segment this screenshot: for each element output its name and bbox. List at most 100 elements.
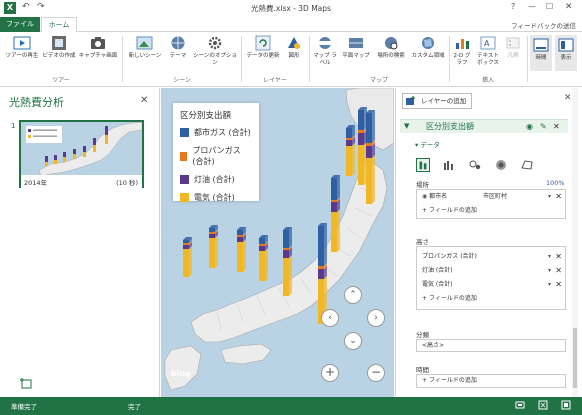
column-segment	[237, 242, 243, 272]
collapse-caret-icon[interactable]: ▼	[404, 120, 409, 133]
location-field-row[interactable]: ◉ 都市名 市区町村 ▾ ✕	[417, 190, 565, 204]
create-video-button[interactable]: ビデオの作成	[42, 35, 76, 60]
tab-home[interactable]: ホーム	[41, 17, 77, 33]
column-segment	[259, 244, 265, 246]
text-box-button[interactable]: A テキスト ボックス	[474, 35, 502, 67]
tilt-down-button[interactable]: ⌄	[344, 332, 362, 350]
fullscreen-icon[interactable]	[561, 400, 571, 412]
legend-swatch	[180, 175, 189, 184]
height-field-row[interactable]: 灯油 (合計) ▾ ✕	[417, 264, 565, 278]
time-field-box[interactable]: + フィールドの追加	[416, 374, 566, 388]
legend-title: 区分別支出額	[180, 111, 232, 121]
rename-pencil-icon[interactable]: ✎	[540, 120, 547, 133]
flat-map-button[interactable]: 平面マップ	[340, 35, 372, 60]
region-icon[interactable]	[520, 158, 534, 172]
ribbon-tabs: ファイル ホーム フィードバックの送信	[0, 17, 582, 33]
rotate-left-button[interactable]: ‹	[321, 309, 339, 327]
column-segment	[259, 246, 265, 251]
screenshot-icon[interactable]	[515, 400, 525, 412]
column-segment	[237, 235, 243, 237]
feedback-link[interactable]: フィードバックの送信	[511, 20, 576, 30]
add-layer-button[interactable]: レイヤーの追加	[402, 93, 472, 109]
heatmap-icon[interactable]	[494, 158, 508, 172]
legend-button[interactable]: 凡例	[503, 35, 523, 60]
map-legend[interactable]: 区分別支出額 都市ガス (合計) プロパンガス (合計) 灯油 (合計) 電気 …	[173, 103, 259, 202]
remove-field-icon[interactable]: ✕	[555, 250, 562, 264]
dropdown-arrow-icon[interactable]: ▾	[548, 264, 551, 278]
layer-name: 区分別支出額	[426, 122, 474, 131]
play-tour-button[interactable]: ツアーの再生	[4, 35, 40, 60]
layer-header[interactable]: ▼ 区分別支出額 ◉ ✎ ✕	[400, 119, 568, 133]
radio-selected-icon[interactable]: ◉	[422, 193, 427, 200]
column-segment	[366, 143, 372, 146]
stacked-column-icon[interactable]	[416, 158, 430, 172]
height-field-row[interactable]: 電気 (合計) ▾ ✕	[417, 278, 565, 292]
theme-label: テーマ	[169, 53, 187, 59]
refresh-data-button[interactable]: データの更新	[245, 35, 281, 60]
flat-map-icon	[349, 38, 363, 48]
find-location-label: 場所の検索	[377, 53, 405, 59]
rotate-right-button[interactable]: ›	[367, 309, 385, 327]
height-field-row[interactable]: プロパンガス (合計) ▾ ✕	[417, 250, 565, 264]
view-label: 表示	[560, 55, 572, 61]
remove-field-icon[interactable]: ✕	[555, 278, 562, 292]
map-labels-button[interactable]: マップ ラベル	[312, 35, 338, 67]
visibility-eye-icon[interactable]: ◉	[526, 120, 533, 133]
add-field-row[interactable]: + フィールドの追加	[417, 204, 565, 218]
time-button[interactable]: 時間	[530, 35, 552, 71]
column-segment	[283, 248, 289, 250]
time-label: 時間	[535, 55, 547, 61]
column-segment	[346, 140, 352, 146]
column-segment-side	[215, 235, 218, 268]
zoom-out-button[interactable]: −	[367, 364, 385, 382]
maximize-button[interactable]: ☐	[546, 2, 553, 11]
column-segment	[209, 238, 215, 268]
refresh-icon	[255, 35, 271, 51]
dropdown-arrow-icon[interactable]: ▾	[548, 278, 551, 292]
capture-screen-label: キャプチャ画面	[78, 53, 118, 59]
zoom-in-button[interactable]: +	[321, 364, 339, 382]
location-field-type[interactable]: 市区町村	[483, 190, 507, 204]
category-field-box[interactable]: <高さ>	[416, 339, 566, 352]
new-scene-button[interactable]: 新しいシーン	[127, 35, 163, 60]
delete-layer-icon[interactable]: ✕	[553, 120, 560, 133]
fit-screen-icon[interactable]	[538, 400, 548, 412]
column-segment	[366, 113, 372, 143]
tab-file[interactable]: ファイル	[0, 17, 40, 32]
chart-2d-button[interactable]: 2-D グラフ	[451, 35, 473, 67]
height-field-name: プロパンガス (合計)	[422, 253, 477, 260]
bubble-icon[interactable]	[468, 158, 482, 172]
scrollbar-thumb[interactable]	[573, 328, 577, 388]
remove-field-icon[interactable]: ✕	[555, 190, 562, 204]
title-bar: X ↶ ↷ 光熱費.xlsx - 3D Maps ? — ☐ ✕	[0, 0, 582, 17]
theme-button[interactable]: テーマ	[165, 35, 191, 60]
scene-options-button[interactable]: シーンのオプション	[193, 35, 237, 67]
minimize-button[interactable]: —	[528, 2, 536, 11]
close-layer-pane-icon[interactable]: ✕	[564, 93, 572, 103]
close-tour-pane-icon[interactable]: ✕	[140, 95, 148, 106]
new-scene-icon[interactable]	[20, 377, 32, 392]
data-section-header[interactable]: ▾ データ	[415, 139, 440, 149]
add-field-row[interactable]: + フィールドの追加	[417, 375, 565, 387]
view-button[interactable]: 表示	[555, 35, 577, 71]
map-group-label: マップ	[369, 77, 388, 84]
help-button[interactable]: ?	[511, 2, 515, 11]
dropdown-arrow-icon[interactable]: ▾	[548, 190, 551, 204]
clustered-column-icon[interactable]	[442, 158, 456, 172]
dropdown-arrow-icon[interactable]: ▾	[548, 250, 551, 264]
chart-2d-label: 2-D グラフ	[453, 53, 471, 66]
column-segment-side	[337, 209, 340, 252]
capture-screen-button[interactable]: キャプチャ画面	[78, 35, 118, 60]
legend-icon	[506, 37, 520, 49]
add-field-row[interactable]: + フィールドの追加	[417, 292, 565, 306]
window-title: 光熱費.xlsx - 3D Maps	[251, 4, 331, 13]
map-canvas[interactable]: 区分別支出額 都市ガス (合計) プロパンガス (合計) 灯油 (合計) 電気 …	[161, 88, 394, 397]
tilt-up-button[interactable]: ⌃	[344, 286, 362, 304]
shapes-button[interactable]: 図形	[284, 35, 304, 60]
close-window-button[interactable]: ✕	[565, 2, 573, 12]
custom-regions-icon	[422, 37, 434, 49]
tour-title[interactable]: 光熱費分析	[9, 94, 64, 110]
remove-field-icon[interactable]: ✕	[555, 264, 562, 278]
find-location-button[interactable]: 場所の検索	[373, 35, 409, 60]
custom-regions-button[interactable]: カスタム領域	[410, 35, 446, 60]
